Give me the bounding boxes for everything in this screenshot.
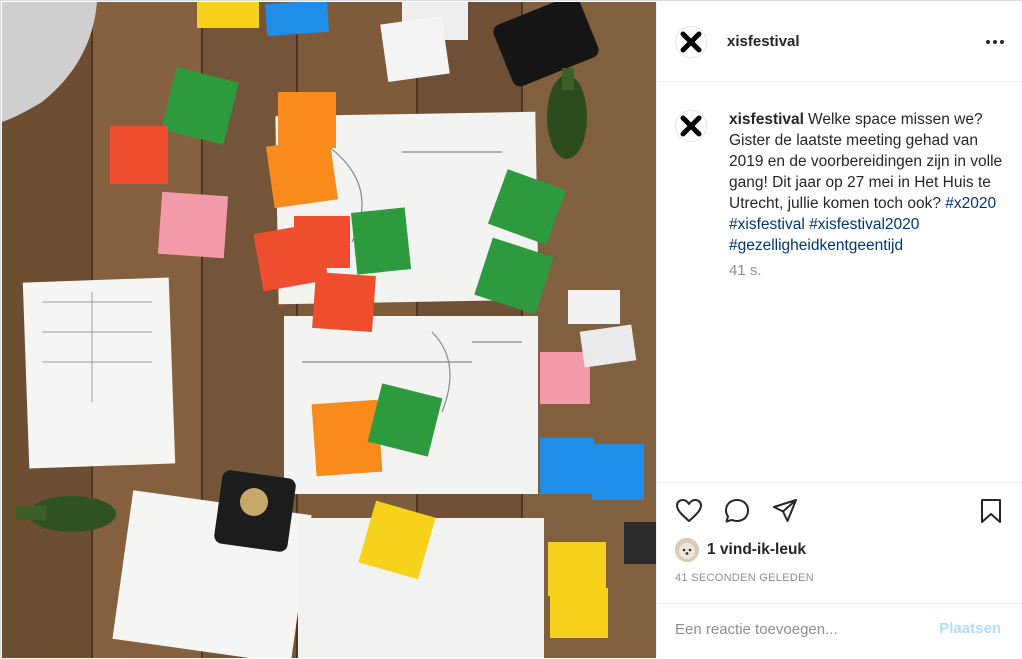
x-logo-icon [680,31,702,53]
caption-text: xisfestival Welke space missen we? Gister… [729,109,1015,256]
more-options-icon[interactable] [983,30,1007,54]
post-timestamp[interactable]: 41 SECONDEN GELEDEN [675,572,814,584]
comment-input[interactable] [675,618,925,640]
paper-plane-icon[interactable] [771,497,799,525]
post-side-panel: xisfestival xisfestival Welke space misse… [656,2,1022,658]
heart-icon[interactable] [675,497,703,525]
caption-username[interactable]: xisfestival [729,111,804,128]
caption-avatar[interactable] [675,110,707,142]
likes-count[interactable]: 1 vind-ik-leuk [707,541,806,559]
header-username[interactable]: xisfestival [727,33,800,50]
comment-bar: Plaatsen [657,603,1022,659]
instagram-post: xisfestival xisfestival Welke space misse… [0,0,1022,658]
x-logo-icon [680,115,702,137]
hashtag-xisfestival[interactable]: #xisfestival [729,216,805,233]
likes-row[interactable]: 1 vind-ik-leuk [675,537,806,563]
photo-illustration [2,2,656,658]
hashtag-gezelligheidkentgeentijd[interactable]: #gezelligheidkentgeentijd [729,237,903,254]
post-comment-button[interactable]: Plaatsen [939,620,1001,637]
action-section: 1 vind-ik-leuk 41 SECONDEN GELEDEN Plaat… [657,482,1022,658]
caption-time-ago: 41 s. [729,262,762,279]
profile-avatar[interactable] [675,26,707,58]
post-photo[interactable] [2,2,656,658]
hashtag-xisfestival2020[interactable]: #xisfestival2020 [809,216,919,233]
comment-bubble-icon[interactable] [723,497,751,525]
post-header: xisfestival [657,2,1022,82]
dog-photo-icon [675,538,699,562]
liker-avatar[interactable] [675,538,699,562]
hashtag-x2020[interactable]: #x2020 [945,195,996,212]
bookmark-icon[interactable] [977,497,1005,525]
